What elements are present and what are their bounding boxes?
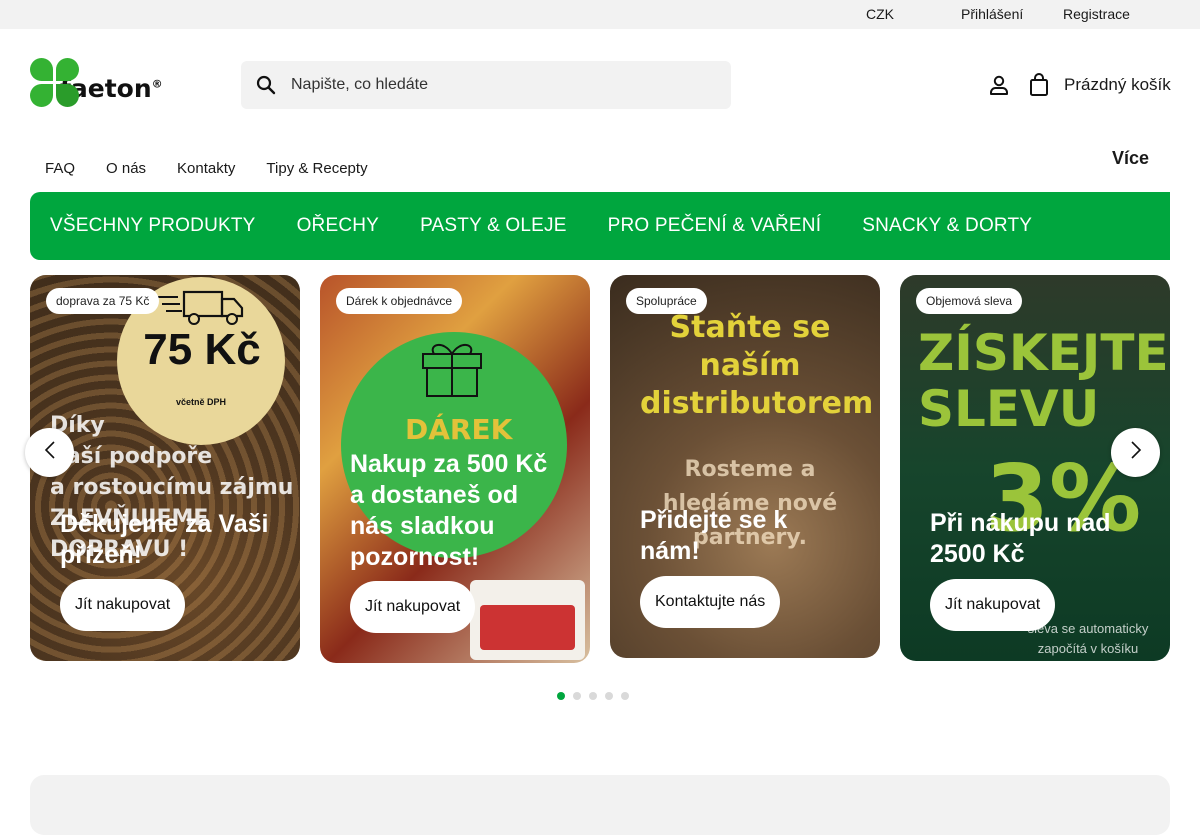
promo-badge: Spolupráce xyxy=(626,288,707,314)
carousel-dot[interactable] xyxy=(589,692,597,700)
product-jar xyxy=(470,580,585,660)
category-nuts[interactable]: OŘECHY xyxy=(297,215,380,237)
promo-badge: Objemová sleva xyxy=(916,288,1023,314)
carousel-dot[interactable] xyxy=(557,692,565,700)
promo-title: Děkujeme za Vaši přízeň! xyxy=(60,510,269,569)
nav-item-contacts[interactable]: Kontakty xyxy=(177,160,235,177)
promo-image-text: DÁREK xyxy=(405,413,513,446)
promo-card-shipping[interactable]: 75 Kč včetně DPH Díky Vaší podpoře a ros… xyxy=(30,275,300,661)
promo-badge: Dárek k objednávce xyxy=(336,288,463,314)
promo-title: Při nákupu nad 2500 Kč xyxy=(930,509,1111,568)
gift-icon xyxy=(417,332,487,403)
top-bar: CZK Přihlášení Registrace xyxy=(0,0,1200,29)
shopping-bag-icon xyxy=(1028,73,1050,97)
carousel-dot[interactable] xyxy=(621,692,629,700)
clover-logo-icon xyxy=(30,58,80,108)
search-input[interactable] xyxy=(291,76,711,94)
promo-image-text: Staňte se naším distributorem xyxy=(640,310,874,421)
promo-title: Přidejte se k nám! xyxy=(640,506,788,565)
nav-item-tips-recipes[interactable]: Tipy & Recepty xyxy=(266,160,367,177)
currency-label: CZK xyxy=(866,6,894,22)
carousel-dot[interactable] xyxy=(605,692,613,700)
category-pastes-oils[interactable]: PASTY & OLEJE xyxy=(420,215,567,237)
more-menu-button[interactable]: Více xyxy=(1112,148,1157,169)
category-snacks-cakes[interactable]: SNACKY & DORTY xyxy=(862,215,1032,237)
shop-now-button[interactable]: Jít nakupovat xyxy=(350,581,476,633)
content-section xyxy=(30,775,1170,835)
cart-button[interactable]: Prázdný košík xyxy=(1028,73,1171,97)
carousel-next-button[interactable] xyxy=(1111,428,1160,477)
search-bar xyxy=(241,61,731,109)
category-bar: VŠECHNY PRODUKTY OŘECHY PASTY & OLEJE PR… xyxy=(30,192,1170,260)
shop-now-button[interactable]: Jít nakupovat xyxy=(60,579,186,631)
category-all-products[interactable]: VŠECHNY PRODUKTY xyxy=(50,215,256,237)
currency-selector[interactable]: CZK xyxy=(866,6,908,22)
promo-badge: doprava za 75 Kč xyxy=(46,288,160,314)
nav-item-faq[interactable]: FAQ xyxy=(45,160,75,177)
user-icon[interactable] xyxy=(987,73,1011,97)
promo-card-gift[interactable]: DÁREK Dárek k objednávce Nakup za 500 Kč… xyxy=(320,275,590,663)
secondary-nav: FAQ O nás Kontakty Tipy & Recepty xyxy=(45,160,368,177)
chevron-right-icon xyxy=(1130,441,1142,464)
carousel-prev-button[interactable] xyxy=(25,428,74,477)
promo-card-partnership[interactable]: Staňte se naším distributorem Rosteme a … xyxy=(610,275,880,658)
register-link[interactable]: Registrace xyxy=(1063,6,1130,22)
shop-now-button[interactable]: Jít nakupovat xyxy=(930,579,1056,631)
nav-item-about[interactable]: O nás xyxy=(106,160,146,177)
chevron-left-icon xyxy=(44,441,56,464)
promo-title: Nakup za 500 Kč a dostaneš od nás sladko… xyxy=(350,450,548,571)
cart-label: Prázdný košík xyxy=(1064,75,1171,94)
search-icon[interactable] xyxy=(241,75,291,95)
category-baking-cooking[interactable]: PRO PEČENÍ & VAŘENÍ xyxy=(608,215,822,237)
promo-image-text: ZÍSKEJTE SLEVU xyxy=(918,324,1169,438)
contact-us-button[interactable]: Kontaktujte nás xyxy=(640,576,781,628)
carousel-dot[interactable] xyxy=(573,692,581,700)
site-logo[interactable]: faeton® xyxy=(30,58,182,108)
login-link[interactable]: Přihlášení xyxy=(961,6,1023,22)
carousel-pagination xyxy=(557,692,629,700)
truck-icon xyxy=(158,289,248,332)
more-label: Více xyxy=(1112,148,1150,168)
